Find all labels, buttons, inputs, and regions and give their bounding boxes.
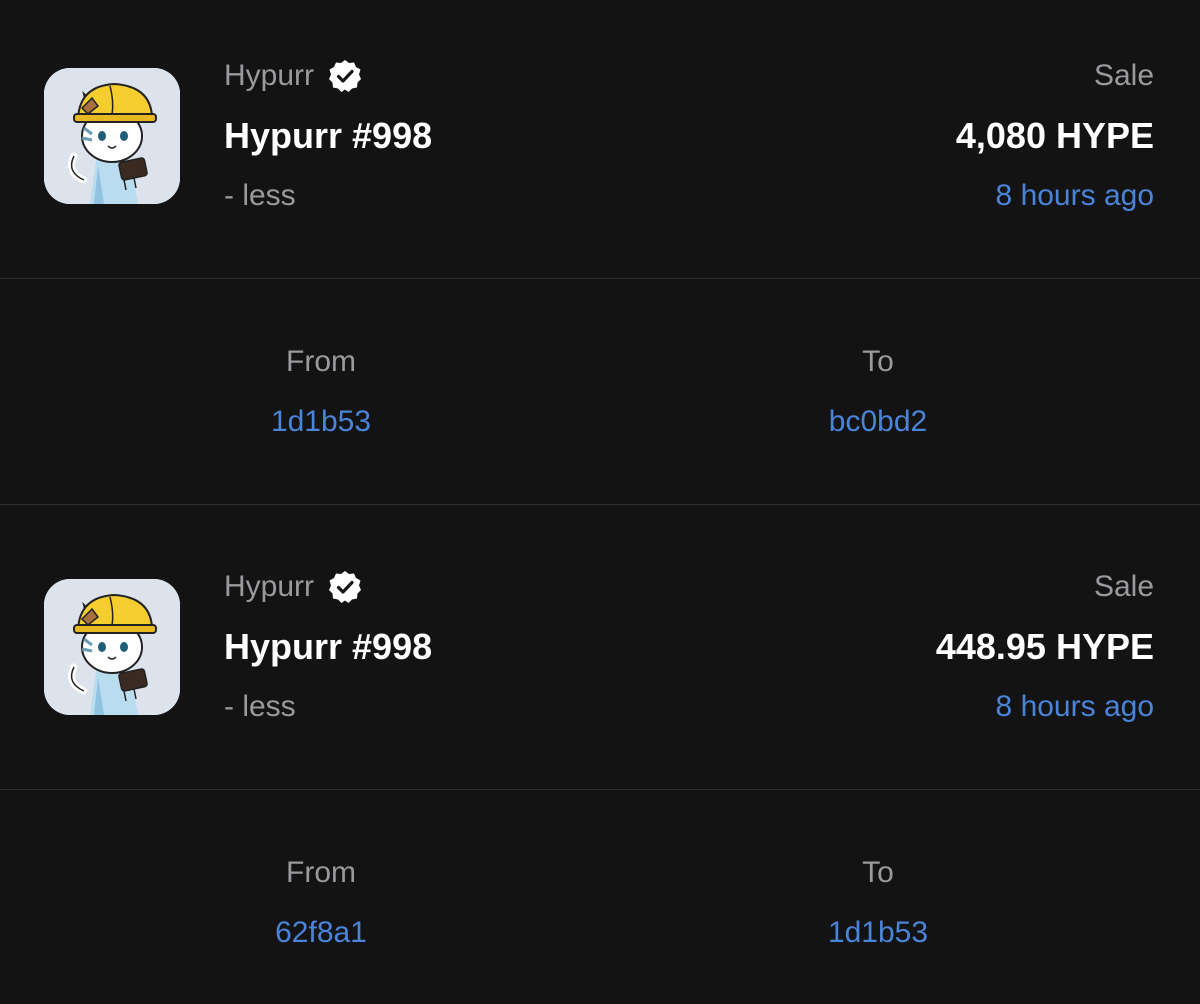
transfer-parties: From 1d1b53 To bc0bd2 [0, 279, 1200, 504]
transfer-parties: From 62f8a1 To 1d1b53 [0, 790, 1200, 1004]
from-label: From [286, 345, 356, 378]
sale-price: 448.95 HYPE [935, 626, 1154, 667]
item-name[interactable]: Hypurr #998 [224, 626, 432, 668]
activity-item[interactable]: Hypurr Hypurr #998 - less Sale 448.95 HY… [0, 505, 1200, 789]
verified-badge-icon [328, 59, 362, 93]
to-label: To [862, 856, 894, 889]
timestamp-link[interactable]: 8 hours ago [996, 178, 1154, 214]
nft-thumbnail[interactable] [44, 68, 180, 204]
event-type: Sale [1093, 59, 1154, 92]
from-address-link[interactable]: 1d1b53 [201, 404, 441, 440]
collection-label: Hypurr [224, 59, 315, 92]
collection-name[interactable]: Hypurr [224, 58, 362, 94]
to-address-link[interactable]: 1d1b53 [758, 915, 998, 951]
activity-item[interactable]: Hypurr Hypurr #998 - less Sale 4,080 HYP… [0, 0, 1200, 278]
from-label: From [286, 856, 356, 889]
item-name[interactable]: Hypurr #998 [224, 115, 432, 157]
event-type: Sale [1093, 570, 1154, 603]
nft-thumbnail[interactable] [44, 579, 180, 715]
sale-price: 4,080 HYPE [955, 115, 1154, 156]
collection-label: Hypurr [224, 570, 315, 603]
trait-text: - less [224, 690, 296, 723]
hypurr-cat-icon [44, 579, 180, 715]
from-address-link[interactable]: 62f8a1 [201, 915, 441, 951]
trait-text: - less [224, 179, 296, 212]
timestamp-link[interactable]: 8 hours ago [996, 689, 1154, 725]
collection-name[interactable]: Hypurr [224, 569, 362, 605]
to-label: To [862, 345, 894, 378]
to-address-link[interactable]: bc0bd2 [758, 404, 998, 440]
verified-badge-icon [328, 570, 362, 604]
hypurr-cat-icon [44, 68, 180, 204]
